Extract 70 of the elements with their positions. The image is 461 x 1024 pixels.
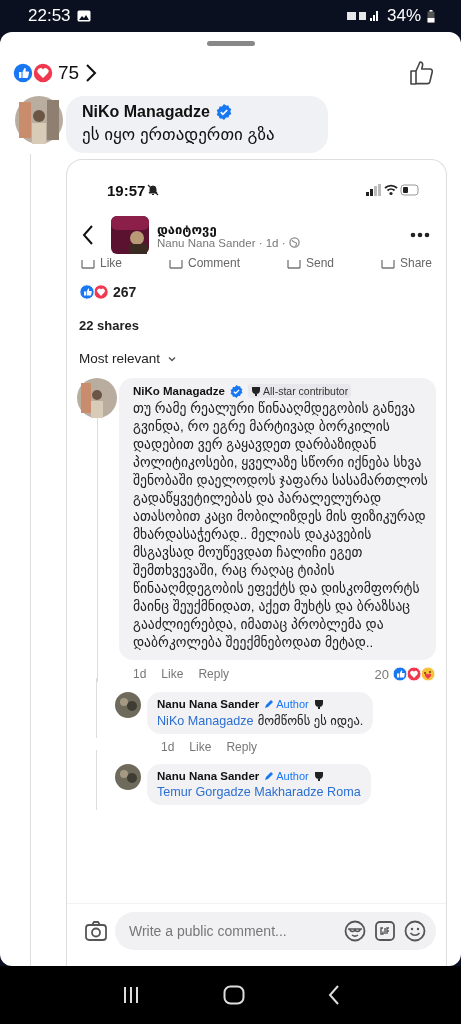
author-name[interactable]: Nanu Nana Sander [157,770,260,782]
post-meta: Nanu Nana Sander · 1d · [157,236,286,249]
reply-link[interactable]: Reply [198,667,230,681]
badge-text: All-star contributor [263,385,349,397]
reply-link[interactable]: Reply [226,740,258,754]
avatar[interactable] [115,764,141,790]
clock-text: 19:57 [107,181,146,199]
reaction-count[interactable]: 267 [113,284,137,300]
comment-field[interactable]: Write a public comment... [115,912,436,950]
chevron-right-icon[interactable] [85,63,98,83]
badge-text: Author [276,770,309,782]
author-name[interactable]: NiKo Managadze [82,103,210,121]
like-icon[interactable] [409,60,435,86]
back-icon[interactable] [81,224,95,246]
comment-input[interactable]: Write a public comment... [127,922,336,940]
reaction-count[interactable]: 75 [58,62,80,84]
action-icon [81,257,95,269]
more-icon[interactable] [410,232,430,238]
avatar[interactable] [14,96,63,144]
badge-text: Author [276,698,309,710]
camera-icon[interactable] [85,921,107,941]
clock-text: 22:53 [28,6,71,26]
comment-time: 1d [133,667,147,681]
pencil-icon [264,771,275,781]
post-action[interactable]: Share [380,256,432,270]
reactions-icon [392,666,436,682]
reactions-icon [12,62,54,84]
status-icons [366,184,420,196]
trophy-icon [313,770,324,782]
post-action[interactable]: Comment [169,256,240,270]
author-name[interactable]: Nanu Nana Sander [157,698,260,710]
like-link[interactable]: Like [161,667,184,681]
battery-icon [427,9,435,23]
trophy-icon [313,698,324,710]
comment-text: თუ რამე რეალური წინააღმდეგობის განევა გვინდა, რო ეგრე მარტივად ბორკილის დადებით ვერ გაყავდეთ დარბაზიდან პოლიტიკოსები, ყველაზე სწორი იქნება სხვა შენობაში დაელოდოს ჯაფარა სასამართლოს გადაწყვეტილებას და პარალელურად ათასობით კაცი მობილიზდეს მის ფიზიკურად მხარდასაჭერად.. მელიას დაკავების მსგავსად მოუწევდათ ჩალიჩი ეგეთ შემთხვევაში, რაც რაღაც ტიპის წინააღმდეგობის ეფექტს და დისკომფორტს მაინც შეუქმნიდათ, აქეთ მუხტს და ბრაზსაც გააძლიერებდა, იმათაც პრობლემა და დაბრკოლება შეექმნებოდათ მეტად.. [133,400,428,652]
reaction-count[interactable]: 20 [374,666,389,682]
reply-text: მომწონს ეს იდეა. [257,714,364,728]
comment-text: ეს იყო ერთადერთი გზა [82,124,276,145]
avatar[interactable] [115,692,141,718]
avatar[interactable] [77,378,117,418]
reactions-icon [79,284,109,300]
trophy-icon [251,385,261,397]
globe-icon [288,237,300,248]
action-icon [286,257,301,269]
battery-text: 34% [386,6,421,26]
avatar-sticker-icon[interactable] [344,920,366,942]
network-icon [346,10,381,22]
comment-time: 1d [161,740,175,754]
image-icon [76,10,91,22]
bell-muted-icon [147,184,160,196]
home-icon[interactable] [222,985,245,1005]
back-icon[interactable] [327,985,340,1005]
action-icon [169,257,183,269]
sort-dropdown[interactable]: Most relevant [67,333,189,366]
recent-apps-icon[interactable] [121,986,140,1004]
drag-handle[interactable] [206,41,255,46]
post-action[interactable]: Like [81,256,122,270]
pencil-icon [264,699,275,709]
author-name[interactable]: NiKo Managadze [133,385,225,397]
shares-count[interactable]: 22 shares [67,300,446,333]
page-avatar[interactable] [111,216,149,254]
post-action[interactable]: Send [286,256,334,270]
emoji-icon[interactable] [404,920,426,942]
mention-link[interactable]: Temur Gorgadze Makharadze Roma [157,785,361,799]
page-name[interactable]: დაიტოვე [157,221,300,237]
like-link[interactable]: Like [189,740,212,754]
chevron-down-icon [168,355,177,362]
action-icon [380,257,395,269]
mention-link[interactable]: NiKo Managadze [157,714,254,728]
gif-icon[interactable] [374,920,396,942]
